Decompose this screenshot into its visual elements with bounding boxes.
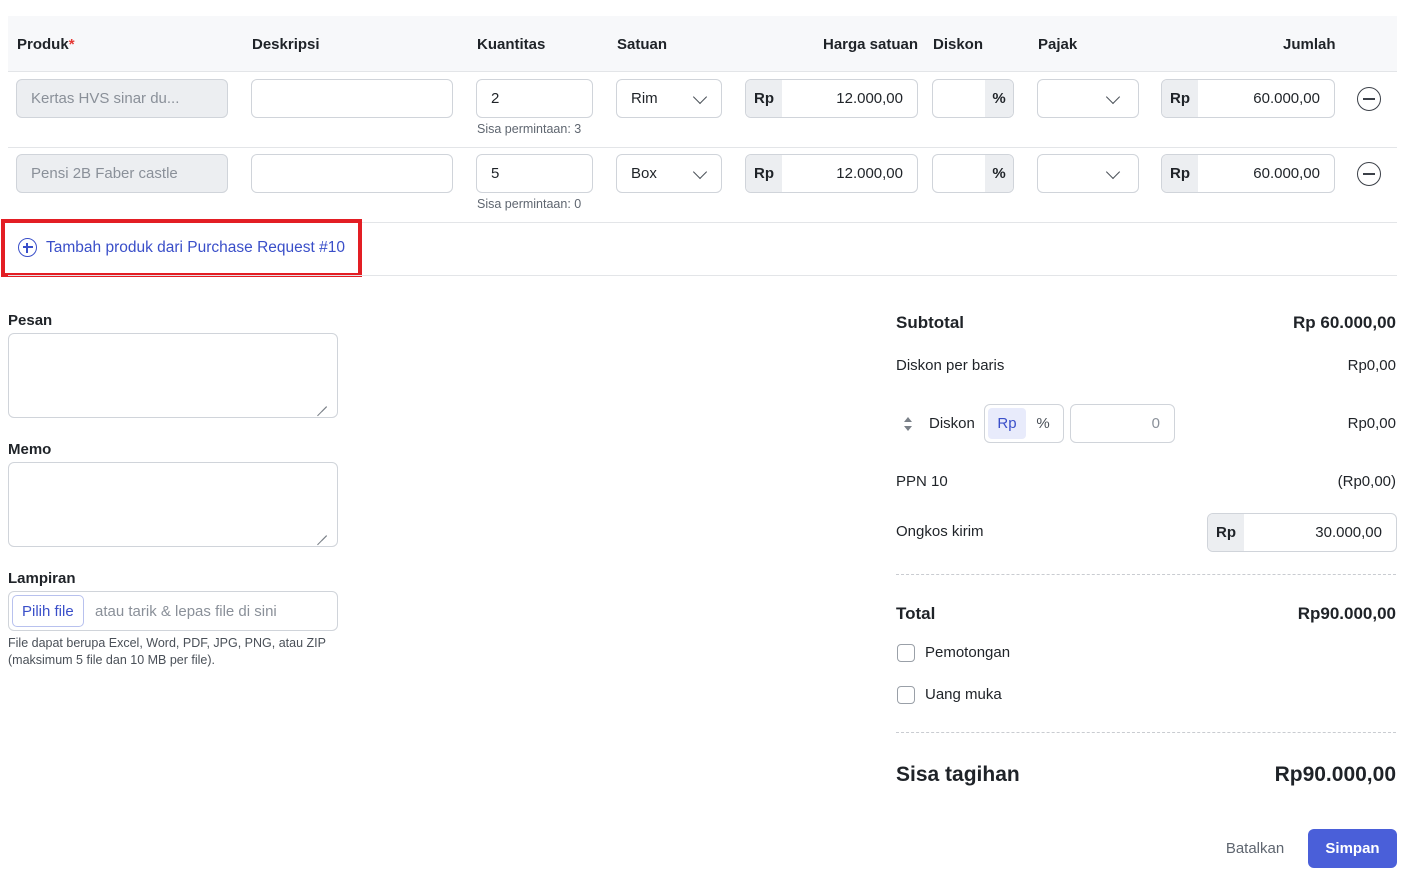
pemotongan-checkbox[interactable] [897,644,915,662]
resize-grip-icon[interactable] [317,526,327,536]
lampiran-label: Lampiran [8,570,76,587]
plus-circle-icon [18,238,37,257]
remove-row-button[interactable] [1357,162,1381,186]
discount-value: Rp0,00 [1347,415,1396,432]
remaining-request-hint: Sisa permintaan: 3 [477,122,582,136]
discount-type-percent[interactable]: % [1026,408,1060,439]
uang-muka-label: Uang muka [925,686,1002,703]
unit-price-field[interactable]: Rp 12.000,00 [745,79,918,118]
chevron-down-icon [1105,164,1121,180]
product-field[interactable]: Pensi 2B Faber castle [16,154,228,193]
resize-grip-icon[interactable] [317,397,327,407]
subtotal-label: Subtotal [896,313,964,332]
header-produk: Produk* [17,36,75,53]
header-satuan: Satuan [617,36,668,53]
ppn-value: (Rp0,00) [1337,473,1396,490]
header-kuantitas: Kuantitas [477,36,546,53]
unit-price-field[interactable]: Rp 12.000,00 [745,154,918,193]
unit-select[interactable]: Rim [616,79,722,118]
balance-due-value: Rp90.000,00 [1274,763,1396,786]
amount-value: 60.000,00 [1253,165,1320,182]
cancel-button[interactable]: Batalkan [1220,829,1290,868]
header-diskon: Diskon [933,36,984,53]
sort-handle-icon[interactable] [903,417,913,431]
subtotal-value: Rp 60.000,00 [1292,313,1396,332]
file-dropzone[interactable]: Pilih file atau tarik & lepas file di si… [8,591,338,631]
description-field[interactable] [251,79,453,118]
discount-type-rp[interactable]: Rp [988,408,1026,439]
currency-addon: Rp [1208,514,1244,551]
unit-select[interactable]: Box [616,154,722,193]
tax-select[interactable] [1037,79,1139,118]
remove-row-button[interactable] [1357,87,1381,111]
unit-price-value: 12.000,00 [836,90,903,107]
balance-due-label: Sisa tagihan [896,763,1020,786]
memo-label: Memo [8,441,52,458]
discount-amount-input[interactable]: 0 [1070,404,1175,443]
shipping-label: Ongkos kirim [896,523,984,540]
pemotongan-label: Pemotongan [925,644,1011,661]
unit-price-value: 12.000,00 [836,165,903,182]
currency-addon: Rp [746,155,782,192]
required-mark: * [68,36,75,53]
row-divider [8,147,1397,148]
save-button[interactable]: Simpan [1308,829,1397,868]
total-label: Total [896,604,936,623]
ppn-label: PPN 10 [896,473,948,490]
shipping-field[interactable]: Rp 30.000,00 [1207,513,1397,552]
product-field[interactable]: Kertas HVS sinar du... [16,79,228,118]
summary-divider [896,732,1396,733]
quantity-field[interactable]: 2 [476,79,593,118]
discount-field[interactable]: % [932,79,1014,118]
tax-select[interactable] [1037,154,1139,193]
line-discount-label: Diskon per baris [896,357,1005,374]
remaining-request-hint: Sisa permintaan: 0 [477,197,582,211]
unit-select-value: Rim [631,90,658,107]
choose-file-button[interactable]: Pilih file [12,595,84,627]
pesan-label: Pesan [8,312,53,329]
line-discount-value: Rp0,00 [1347,357,1396,374]
unit-select-value: Box [631,165,657,182]
add-product-from-request-link[interactable]: Tambah produk dari Purchase Request #10 [18,238,345,257]
header-pajak: Pajak [1038,36,1078,53]
currency-addon: Rp [746,80,782,117]
discount-label: Diskon [929,415,975,432]
total-value: Rp90.000,00 [1297,604,1396,623]
shipping-value: 30.000,00 [1315,524,1382,541]
currency-addon: Rp [1162,155,1198,192]
uang-muka-checkbox[interactable] [897,686,915,704]
discount-field[interactable]: % [932,154,1014,193]
description-field[interactable] [251,154,453,193]
amount-field: Rp 60.000,00 [1161,154,1335,193]
add-product-label: Tambah produk dari Purchase Request #10 [46,238,345,256]
percent-addon: % [985,155,1013,192]
chevron-down-icon [692,164,708,180]
discount-type-toggle[interactable]: Rp % [984,404,1064,443]
currency-addon: Rp [1162,80,1198,117]
row-divider [8,222,1397,223]
file-dropzone-placeholder: atau tarik & lepas file di sini [95,602,277,620]
header-harga-satuan: Harga satuan [823,36,919,53]
summary-divider [896,574,1396,575]
amount-field: Rp 60.000,00 [1161,79,1335,118]
percent-addon: % [985,80,1013,117]
file-note: File dapat berupa Excel, Word, PDF, JPG,… [8,636,326,667]
table-header [8,16,1397,72]
quantity-field[interactable]: 5 [476,154,593,193]
pesan-textarea[interactable] [8,333,338,418]
chevron-down-icon [692,89,708,105]
header-deskripsi: Deskripsi [252,36,320,53]
header-jumlah: Jumlah [1283,36,1336,53]
section-divider [8,275,1397,276]
amount-value: 60.000,00 [1253,90,1320,107]
memo-textarea[interactable] [8,462,338,547]
chevron-down-icon [1105,89,1121,105]
